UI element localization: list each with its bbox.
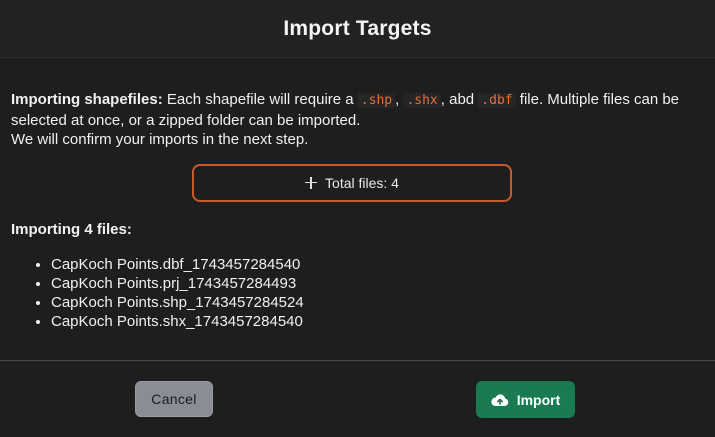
dialog-title: Import Targets [283,16,432,40]
ext-shx: .shx [403,93,441,108]
total-files-wrapper: Total files: 4 [0,163,704,202]
list-item: CapKoch Points.dbf_1743457284540 [51,255,704,274]
intro-bold-label: Importing shapefiles: [11,91,163,108]
intro-text-part1: Each shapefile will require a [162,91,358,108]
import-targets-dialog: Import Targets Importing shapefiles: Eac… [0,0,715,437]
ext-dbf: .dbf [478,93,516,108]
list-item: CapKoch Points.shx_1743457284540 [51,312,704,331]
list-item: CapKoch Points.shp_1743457284524 [51,293,704,312]
total-files-label: Total files: 4 [325,174,399,191]
import-button[interactable]: Import [476,381,575,418]
list-item: CapKoch Points.prj_1743457284493 [51,274,704,293]
intro-sep2: , abd [440,91,479,108]
cancel-button[interactable]: Cancel [135,381,213,417]
dialog-body: Importing shapefiles: Each shapefile wil… [0,58,715,332]
intro-text: Importing shapefiles: Each shapefile wil… [11,90,704,150]
files-heading: Importing 4 files: [11,220,132,238]
ext-shp: .shp [357,93,396,108]
total-files-button[interactable]: Total files: 4 [192,163,512,202]
intro-line2: We will confirm your imports in the next… [11,131,309,148]
dialog-header: Import Targets [0,0,715,58]
plus-icon [305,176,318,189]
import-label: Import [516,391,561,408]
dialog-footer: Cancel Import [0,361,715,437]
cloud-upload-icon [491,393,509,407]
file-list: CapKoch Points.dbf_1743457284540 CapKoch… [11,255,704,332]
